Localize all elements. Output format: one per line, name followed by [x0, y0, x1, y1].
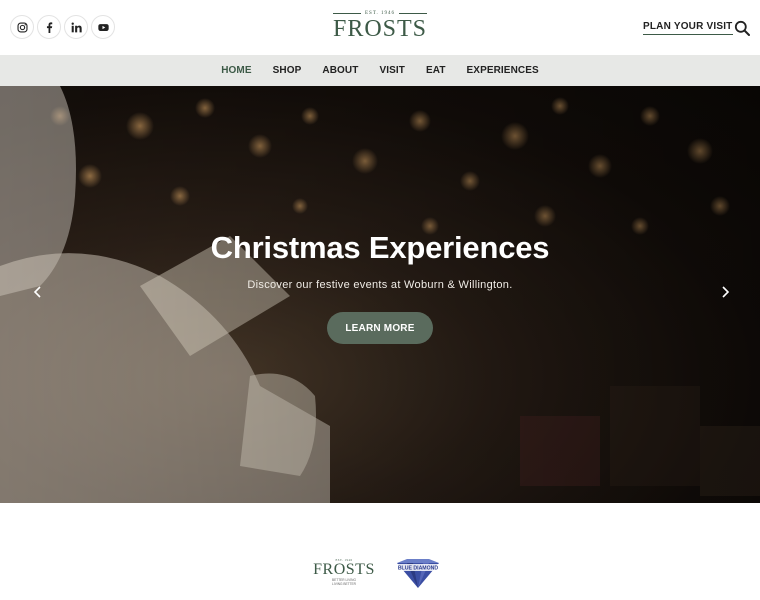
plan-your-visit-link[interactable]: PLAN YOUR VISIT	[643, 21, 733, 35]
nav-item-shop[interactable]: SHOP	[273, 65, 302, 76]
youtube-link[interactable]	[91, 15, 115, 39]
nav-item-about[interactable]: ABOUT	[322, 65, 358, 76]
instagram-icon	[16, 21, 28, 33]
social-links	[10, 15, 115, 39]
site-header: EST. 1946 FROSTS PLAN YOUR VISIT	[0, 0, 760, 55]
frosts-brand-logo[interactable]: EST. 1946 FROSTS BETTER LIVING LIVING BE…	[313, 558, 375, 588]
youtube-icon	[97, 23, 109, 31]
facebook-link[interactable]	[37, 15, 61, 39]
brand-tagline-2: LIVING BETTER	[332, 582, 356, 586]
hero-subtitle: Discover our festive events at Woburn & …	[247, 279, 513, 291]
nav-item-home[interactable]: HOME	[221, 65, 251, 76]
search-icon[interactable]	[734, 20, 750, 36]
slider-prev-arrow-icon[interactable]	[32, 286, 44, 298]
learn-more-button[interactable]: LEARN MORE	[327, 312, 433, 344]
hero-slider: Christmas Experiences Discover our festi…	[0, 86, 760, 503]
slider-next-arrow-icon[interactable]	[719, 286, 731, 298]
logo-wordmark: FROSTS	[332, 16, 428, 42]
nav-item-visit[interactable]: VISIT	[379, 65, 405, 76]
blue-diamond-text: BLUE DIAMOND	[398, 566, 439, 572]
blue-diamond-logo[interactable]: BLUE DIAMOND	[391, 557, 445, 589]
linkedin-link[interactable]	[64, 15, 88, 39]
instagram-link[interactable]	[10, 15, 34, 39]
brand-logos: EST. 1946 FROSTS BETTER LIVING LIVING BE…	[0, 503, 760, 600]
brand-wordmark: FROSTS	[313, 561, 375, 578]
hero-title: Christmas Experiences	[210, 230, 550, 265]
linkedin-icon	[71, 22, 82, 32]
frosts-logo[interactable]: EST. 1946 FROSTS	[330, 11, 430, 43]
main-navigation: HOME SHOP ABOUT VISIT EAT EXPERIENCES	[0, 55, 760, 86]
facebook-icon	[46, 21, 52, 33]
nav-item-eat[interactable]: EAT	[426, 65, 446, 76]
nav-item-experiences[interactable]: EXPERIENCES	[467, 65, 539, 76]
hero-background-image	[0, 86, 760, 503]
